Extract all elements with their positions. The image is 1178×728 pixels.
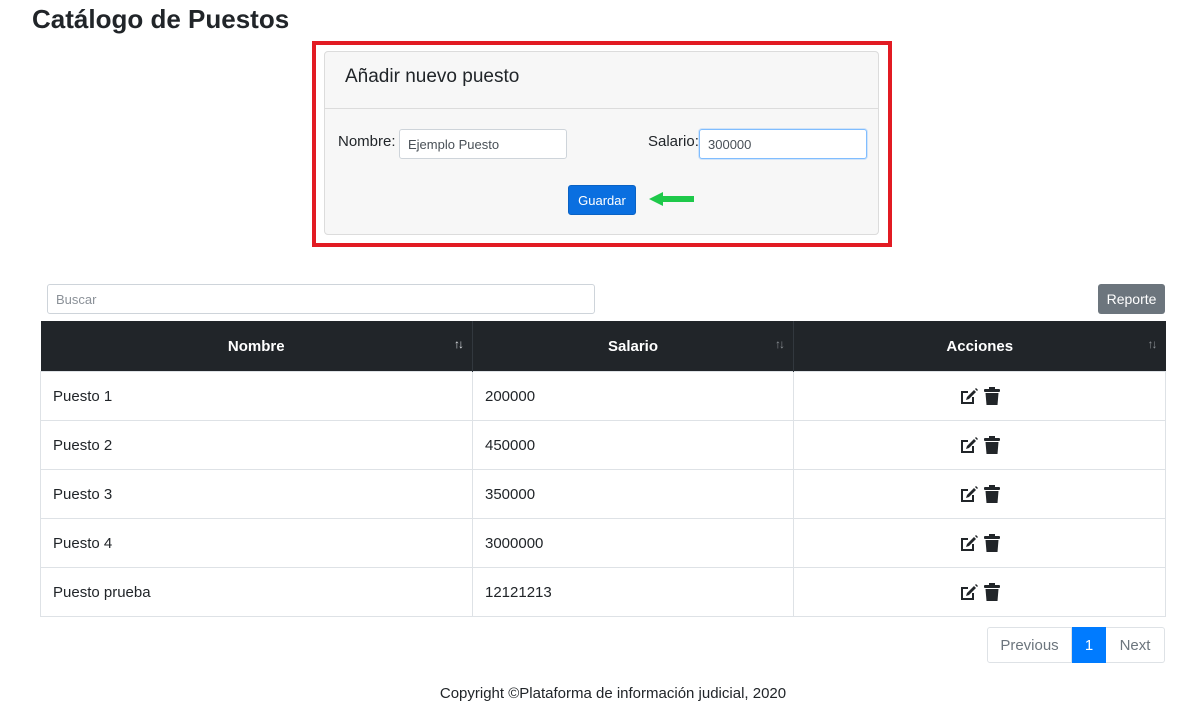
name-input[interactable] <box>399 129 567 159</box>
page-title: Catálogo de Puestos <box>32 4 290 34</box>
page-1-button[interactable]: 1 <box>1072 627 1106 663</box>
sort-icon[interactable]: ↑↓ <box>775 337 785 351</box>
cell-actions <box>793 567 1166 617</box>
next-page-button[interactable]: Next <box>1106 627 1165 663</box>
column-header-nombre[interactable]: Nombre ↑↓ <box>40 321 473 372</box>
cell-nombre: Puesto 1 <box>40 371 473 421</box>
cell-actions <box>793 469 1166 519</box>
cell-salario: 12121213 <box>472 567 794 617</box>
card-title: Añadir nuevo puesto <box>345 66 520 87</box>
save-button[interactable]: Guardar <box>568 185 636 215</box>
add-position-card: Añadir nuevo puesto Nombre: Salario: Gua… <box>324 51 879 235</box>
positions-table: Nombre ↑↓ Salario ↑↓ Acciones ↑↓ Puesto … <box>40 321 1166 617</box>
edit-icon[interactable] <box>959 534 979 552</box>
search-input[interactable] <box>47 284 595 314</box>
cell-actions <box>793 518 1166 568</box>
name-label: Nombre: <box>338 133 396 150</box>
previous-page-button[interactable]: Previous <box>987 627 1072 663</box>
edit-icon[interactable] <box>959 583 979 601</box>
trash-icon[interactable] <box>983 583 1000 602</box>
report-button[interactable]: Reporte <box>1098 284 1165 314</box>
pagination: Previous 1 Next <box>987 627 1165 663</box>
cell-salario: 3000000 <box>472 518 794 568</box>
trash-icon[interactable] <box>983 485 1000 504</box>
sort-icon[interactable]: ↑↓ <box>1148 337 1158 351</box>
cell-nombre: Puesto prueba <box>40 567 473 617</box>
salary-label: Salario: <box>648 133 699 150</box>
column-header-label: Nombre <box>227 337 285 355</box>
table-row: Puesto 2 450000 <box>40 420 1166 470</box>
table-row: Puesto 4 3000000 <box>40 518 1166 568</box>
trash-icon[interactable] <box>983 436 1000 455</box>
edit-icon[interactable] <box>959 436 979 454</box>
trash-icon[interactable] <box>983 387 1000 406</box>
card-header: Añadir nuevo puesto <box>325 52 878 109</box>
table-header-row: Nombre ↑↓ Salario ↑↓ Acciones ↑↓ <box>40 321 1166 372</box>
salary-input[interactable] <box>699 129 867 159</box>
column-header-label: Salario <box>607 337 659 355</box>
column-header-acciones[interactable]: Acciones ↑↓ <box>793 321 1166 372</box>
table-row: Puesto 1 200000 <box>40 371 1166 421</box>
table-row: Puesto 3 350000 <box>40 469 1166 519</box>
footer-copyright: Copyright ©Plataforma de información jud… <box>439 685 787 702</box>
cell-salario: 450000 <box>472 420 794 470</box>
arrow-left-icon <box>649 192 694 206</box>
cell-salario: 350000 <box>472 469 794 519</box>
edit-icon[interactable] <box>959 387 979 405</box>
cell-nombre: Puesto 4 <box>40 518 473 568</box>
cell-actions <box>793 420 1166 470</box>
cell-salario: 200000 <box>472 371 794 421</box>
edit-icon[interactable] <box>959 485 979 503</box>
cell-nombre: Puesto 2 <box>40 420 473 470</box>
column-header-label: Acciones <box>946 337 1014 355</box>
sort-icon[interactable]: ↑↓ <box>454 337 464 351</box>
cell-nombre: Puesto 3 <box>40 469 473 519</box>
table-row: Puesto prueba 12121213 <box>40 567 1166 617</box>
trash-icon[interactable] <box>983 534 1000 553</box>
column-header-salario[interactable]: Salario ↑↓ <box>472 321 794 372</box>
cell-actions <box>793 371 1166 421</box>
